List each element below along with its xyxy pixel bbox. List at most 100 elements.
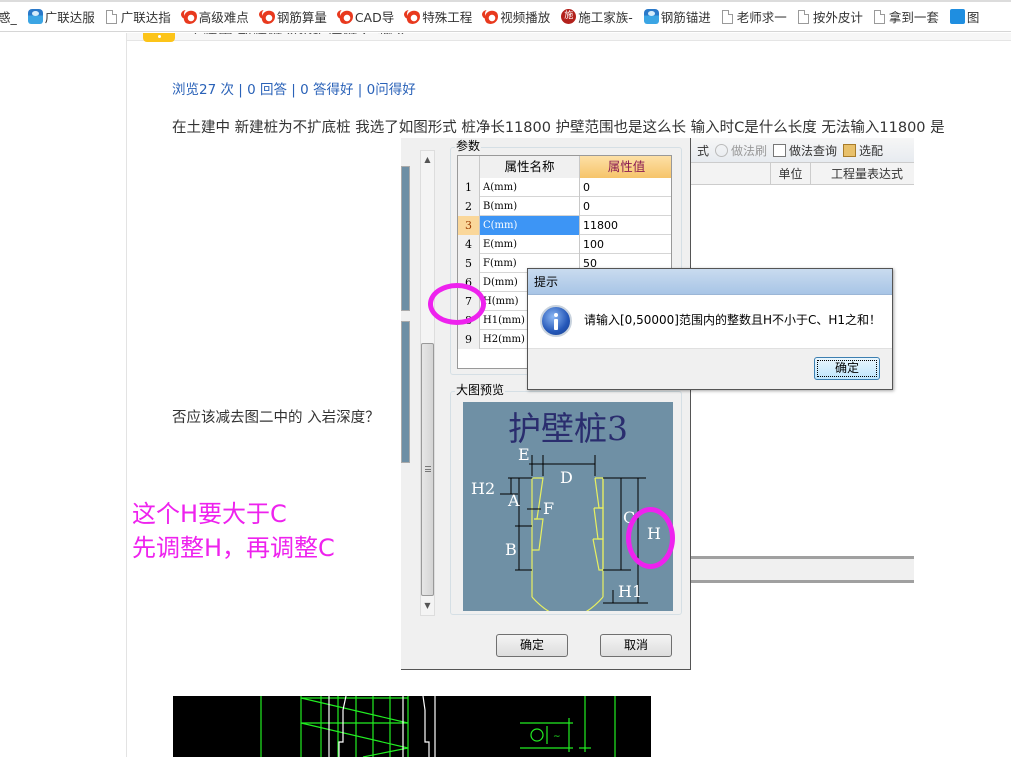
annotation-line2: 先调整H，再调整C	[132, 534, 335, 562]
swirl-icon	[482, 9, 499, 24]
bookmark-8[interactable]: 施施工家族-	[561, 7, 633, 26]
bookmark-label: 按外皮计	[812, 10, 863, 25]
bookmark-label: 特殊工程	[422, 10, 473, 25]
cancel-button[interactable]: 取消	[600, 634, 672, 657]
page-icon	[721, 9, 733, 24]
horizontal-scrollbar[interactable]	[691, 556, 914, 583]
bookmark-10[interactable]: 老师求一	[721, 7, 787, 26]
bookmark-2[interactable]: 广联达指	[105, 7, 171, 26]
question-title-bar	[127, 33, 1011, 41]
label-a: A	[507, 491, 520, 510]
annotation-line1: 这个H要大于C	[132, 500, 287, 528]
label-d: D	[560, 468, 573, 487]
row-value[interactable]: 0	[580, 178, 671, 197]
header-property-value: 属性值	[580, 156, 671, 178]
param-row-selected[interactable]: 3 C(mm) 11800	[458, 216, 671, 235]
dimension-labels: E D H2 A F B C H H1	[471, 445, 661, 601]
preview-title: 护壁桩3	[508, 409, 628, 448]
swirl-icon	[404, 9, 421, 24]
parameter-dialog: ▲ ▼ 参数 属性名称 属性值 1 A(mm) 0 2 B(mm) 0 3 C(…	[401, 138, 691, 670]
thumbnail-scrollbar[interactable]: ▲ ▼	[420, 150, 435, 616]
bookmark-12[interactable]: 拿到一套	[873, 7, 939, 26]
question-stats[interactable]: 浏览27 次 | 0 回答 | 0 答得好 | 0问得好	[172, 78, 416, 98]
service-icon	[643, 9, 659, 24]
bookmark-label: 拿到一套	[888, 10, 939, 25]
bookmark-label: 视频播放	[500, 10, 551, 25]
row-index: 6	[458, 273, 480, 292]
toolbar-select[interactable]: 选配	[843, 142, 883, 159]
bookmark-13[interactable]: 图	[949, 7, 979, 26]
row-name: C(mm)	[480, 216, 580, 235]
shigong-icon: 施	[561, 9, 577, 24]
bookmark-9[interactable]: 钢筋锚进	[643, 7, 711, 26]
row-index: 2	[458, 197, 480, 216]
row-value[interactable]: 100	[580, 235, 671, 254]
page-icon	[797, 9, 809, 24]
label-f: F	[543, 499, 554, 518]
alert-title: 提示	[528, 269, 892, 295]
bookmark-4[interactable]: 钢筋算量	[258, 7, 327, 26]
toolbar-method-query[interactable]: 做法查询	[773, 142, 837, 159]
bookmark-label: 高级难点	[198, 10, 249, 25]
query-icon	[773, 143, 787, 157]
service-icon	[27, 9, 43, 24]
pile-outline	[531, 477, 604, 611]
params-group-label: 参数	[455, 139, 482, 153]
bookmark-1[interactable]: 广联达服	[27, 7, 95, 26]
thumbnail-item[interactable]	[401, 321, 410, 463]
bookmark-label: CAD导	[354, 10, 395, 25]
bookmark-5[interactable]: CAD导	[336, 7, 395, 26]
label-c: C	[623, 508, 635, 527]
clipboard-icon	[843, 143, 857, 157]
bookmark-3[interactable]: 高级难点	[180, 7, 249, 26]
label-e: E	[518, 445, 530, 464]
row-index: 7	[458, 292, 480, 311]
scrollbar-thumb[interactable]	[421, 343, 434, 596]
param-row[interactable]: 1 A(mm) 0	[458, 178, 671, 197]
alert-message: 请输入[0,50000]范围内的整数且H不小于C、H1之和！	[584, 313, 882, 327]
toolbar-method-brush[interactable]: 做法刷	[715, 142, 767, 159]
svg-text:~: ~	[553, 732, 561, 742]
row-name: B(mm)	[480, 197, 580, 216]
blue-square-icon	[949, 9, 965, 24]
row-value[interactable]: 11800	[580, 216, 671, 235]
bookmark-label: 广联达服	[44, 10, 95, 25]
param-table-header: 属性名称 属性值	[458, 156, 671, 178]
bookmark-11[interactable]: 按外皮计	[797, 7, 863, 26]
page-icon	[873, 9, 885, 24]
row-value[interactable]: 0	[580, 197, 671, 216]
swirl-icon	[258, 9, 275, 24]
header-index	[458, 156, 480, 178]
bookmark-6[interactable]: 特殊工程	[404, 7, 473, 26]
page-icon	[105, 9, 117, 24]
column-header	[691, 163, 771, 185]
question-badge-icon	[143, 33, 175, 42]
param-row[interactable]: 2 B(mm) 0	[458, 197, 671, 216]
ok-button[interactable]: 确定	[496, 634, 568, 657]
brush-icon	[715, 143, 729, 157]
thumbnail-item[interactable]	[401, 166, 410, 311]
bookmark-0[interactable]: 惑_	[0, 7, 17, 26]
bg-table-header: 单位 工程量表达式	[691, 163, 914, 185]
header-property-name: 属性名称	[480, 156, 580, 178]
alert-dialog: 提示 请输入[0,50000]范围内的整数且H不小于C、H1之和！ 确定	[527, 268, 893, 390]
row-name: E(mm)	[480, 235, 580, 254]
bookmark-7[interactable]: 视频播放	[482, 7, 551, 26]
bookmark-label: 施工家族-	[578, 10, 633, 25]
grip-icon	[425, 466, 431, 472]
bookmarks-bar: 惑_ 广联达服 广联达指 高级难点 钢筋算量 CAD导 特殊工程 视频播放 施施…	[0, 0, 1011, 32]
toolbar-label: 式	[697, 143, 710, 158]
toolbar-formula[interactable]: 式	[697, 142, 709, 159]
row-name: A(mm)	[480, 178, 580, 197]
row-index: 8	[458, 311, 480, 330]
row-index: 5	[458, 254, 480, 273]
alert-ok-button[interactable]: 确定	[814, 357, 880, 380]
preview-group-label: 大图预览	[455, 383, 506, 397]
cad-drawing-image: ~	[173, 696, 651, 757]
row-index: 9	[458, 330, 480, 349]
scroll-up-arrow-icon[interactable]: ▲	[421, 153, 434, 167]
bookmark-label: 广联达指	[120, 10, 171, 25]
scroll-down-arrow-icon[interactable]: ▼	[421, 599, 434, 613]
param-row[interactable]: 4 E(mm) 100	[458, 235, 671, 254]
row-index: 4	[458, 235, 480, 254]
